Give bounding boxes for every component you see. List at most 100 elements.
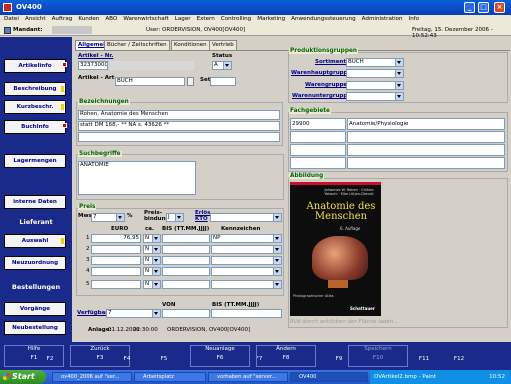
col-ca: ca. — [145, 226, 155, 232]
beschreibung-button[interactable]: Beschreibung — [4, 82, 66, 96]
task-arbeitsplatz[interactable]: Arbeitsplatz — [134, 372, 206, 382]
kennzeichen-select[interactable] — [211, 280, 282, 289]
fachgebiet-name-empty[interactable] — [347, 157, 505, 169]
bezeichnung-line3[interactable] — [78, 132, 280, 142]
warenuntergruppe-label[interactable]: Warenuntergruppe — [292, 93, 351, 99]
verfuegbar-label[interactable]: Verfügbar — [77, 310, 108, 316]
menu-marketing[interactable]: Marketing — [253, 15, 287, 22]
task-ov400-2006[interactable]: ov400_2006 auf "ser... — [52, 372, 132, 382]
vorgaenge-button[interactable]: Vorgänge — [4, 302, 66, 316]
kennzeichen-select[interactable]: NP — [211, 234, 282, 243]
menu-lager[interactable]: Lager — [171, 15, 193, 22]
fachgebiet-name-empty[interactable] — [347, 131, 505, 143]
menu-warenwirtschaft[interactable]: Warenwirtschaft — [119, 15, 170, 22]
auswahl-button[interactable]: Auswahl — [4, 234, 66, 248]
fkey-f12[interactable]: F12 — [445, 345, 473, 367]
ca-select[interactable]: N — [143, 267, 161, 276]
lagermengen-button[interactable]: Lagermengen — [4, 154, 66, 168]
neuzuordnung-button[interactable]: Neuzuordnung — [4, 256, 66, 270]
warenuntergruppe-select[interactable] — [346, 92, 404, 101]
tab-konditionen[interactable]: Konditionen — [171, 40, 210, 50]
euro-cell[interactable] — [91, 256, 141, 265]
preisbindung-select[interactable]: J — [166, 213, 184, 222]
erloes-kto-select[interactable] — [210, 213, 282, 222]
fachgebiet-name[interactable]: Anatomie/Physiologie — [347, 118, 505, 130]
bezeichnung-line2[interactable]: statt DM 168,- ** NA s. 43626 ** — [78, 121, 280, 131]
minimize-button[interactable]: _ — [464, 2, 475, 13]
fkey-f6-neuanlage[interactable]: Neuanlage F6 — [190, 345, 250, 367]
fachgebiet-code-empty[interactable] — [290, 131, 346, 143]
fkey-f11[interactable]: F11 — [410, 345, 438, 367]
menu-auftrag[interactable]: Auftrag — [48, 15, 75, 22]
status-select[interactable]: A — [212, 61, 232, 70]
interne-daten-button[interactable]: interne Daten — [4, 195, 66, 209]
bis-cell[interactable] — [162, 234, 210, 243]
euro-cell[interactable] — [91, 267, 141, 276]
tab-buecher-zeitschriften[interactable]: Bücher / Zeitschriften — [104, 40, 170, 50]
fachgebiet-code[interactable]: 29900 — [290, 118, 346, 130]
task-vorhaben[interactable]: vorhaben auf "server... — [208, 372, 288, 382]
preisbindung-label: Preis-bindung — [144, 210, 170, 222]
fachgebiet-name-empty[interactable] — [347, 144, 505, 156]
sortiment-select[interactable]: BUCH — [346, 58, 404, 67]
artikel-nr-field[interactable]: 32373000 — [78, 61, 108, 70]
close-button[interactable]: × — [494, 2, 505, 13]
menu-ansicht[interactable]: Ansicht — [21, 15, 48, 22]
fkey-f8-aendern[interactable]: Ändern F8 — [256, 345, 316, 367]
mwst-select[interactable]: 7 — [91, 213, 125, 222]
ca-select[interactable]: N — [143, 280, 161, 289]
ca-select[interactable]: N — [143, 245, 161, 254]
start-button[interactable]: Start — [0, 370, 46, 384]
artikel-art-field[interactable]: BUCH — [115, 77, 185, 86]
bis-cell[interactable] — [162, 267, 210, 276]
artikel-nr-label[interactable]: Artikel - Nr. — [78, 53, 113, 59]
tab-vertrieb[interactable]: Vertrieb — [209, 40, 237, 50]
sortiment-label[interactable]: Sortiment — [315, 59, 346, 65]
warengruppe-select[interactable] — [346, 81, 404, 90]
verfuegbar-von-field[interactable] — [162, 309, 210, 318]
suchbegriffe-field[interactable]: ANATOMIE — [78, 161, 196, 195]
ca-select[interactable]: N — [143, 256, 161, 265]
menu-abo[interactable]: ABO — [101, 15, 119, 22]
fkey-f2[interactable]: F2 — [36, 345, 64, 367]
bis-cell[interactable] — [162, 256, 210, 265]
menu-controlling[interactable]: Controlling — [217, 15, 253, 22]
menu-administration[interactable]: Administration — [358, 15, 405, 22]
verfuegbar-bis-field[interactable] — [211, 309, 282, 318]
artikel-art-lookup-button[interactable] — [187, 77, 194, 86]
menu-datei[interactable]: Datei — [0, 15, 21, 22]
warengruppe-label[interactable]: Warengruppe — [305, 82, 347, 88]
euro-cell[interactable] — [91, 245, 141, 254]
euro-cell[interactable]: 76,95 — [91, 234, 141, 243]
maximize-button[interactable]: □ — [478, 2, 489, 13]
fkey-f10-speichern[interactable]: Speichern F10 — [348, 345, 408, 367]
fkey-f4[interactable]: F4 — [113, 345, 141, 367]
menu-extern[interactable]: Extern — [193, 15, 217, 22]
erloes-kto-label[interactable]: Erlös KTO — [195, 210, 210, 222]
tray-paint-task[interactable]: OVArtikel2.bmp - Paint — [374, 370, 474, 384]
menu-kunden[interactable]: Kunden — [74, 15, 101, 22]
bis-cell[interactable] — [162, 280, 210, 289]
kurzbeschr-button[interactable]: Kurzbeschr. — [4, 100, 66, 114]
fkey-f5[interactable]: F5 — [150, 345, 178, 367]
bis-cell[interactable] — [162, 245, 210, 254]
neubestellung-button[interactable]: Neubestellung — [4, 321, 66, 335]
buchinfo-button[interactable]: Buchinfo — [4, 120, 67, 134]
artikelinfo-button[interactable]: Artikelinfo — [4, 59, 67, 73]
book-cover-image[interactable]: Johannes W. Rohen · Chihiro Yokochi · El… — [290, 182, 381, 316]
kennzeichen-select[interactable] — [211, 256, 282, 265]
menu-info[interactable]: Info — [405, 15, 422, 22]
ca-select[interactable]: N — [143, 234, 161, 243]
kennzeichen-select[interactable] — [211, 267, 282, 276]
task-ov400[interactable]: OV400 — [290, 372, 368, 382]
bezeichnung-line1[interactable]: Rohen, Anatomie des Menschen — [78, 110, 280, 120]
verfuegbar-select[interactable]: 7 — [106, 309, 161, 318]
set-field[interactable] — [210, 77, 236, 86]
euro-cell[interactable] — [91, 280, 141, 289]
menu-anwendungssteuerung[interactable]: Anwendungssteuerung — [287, 15, 358, 22]
warenhauptgruppe-label[interactable]: Warenhauptgruppe — [291, 70, 351, 76]
warenhauptgruppe-select[interactable] — [346, 69, 404, 78]
fachgebiet-code-empty[interactable] — [290, 157, 346, 169]
fachgebiet-code-empty[interactable] — [290, 144, 346, 156]
kennzeichen-select[interactable] — [211, 245, 282, 254]
